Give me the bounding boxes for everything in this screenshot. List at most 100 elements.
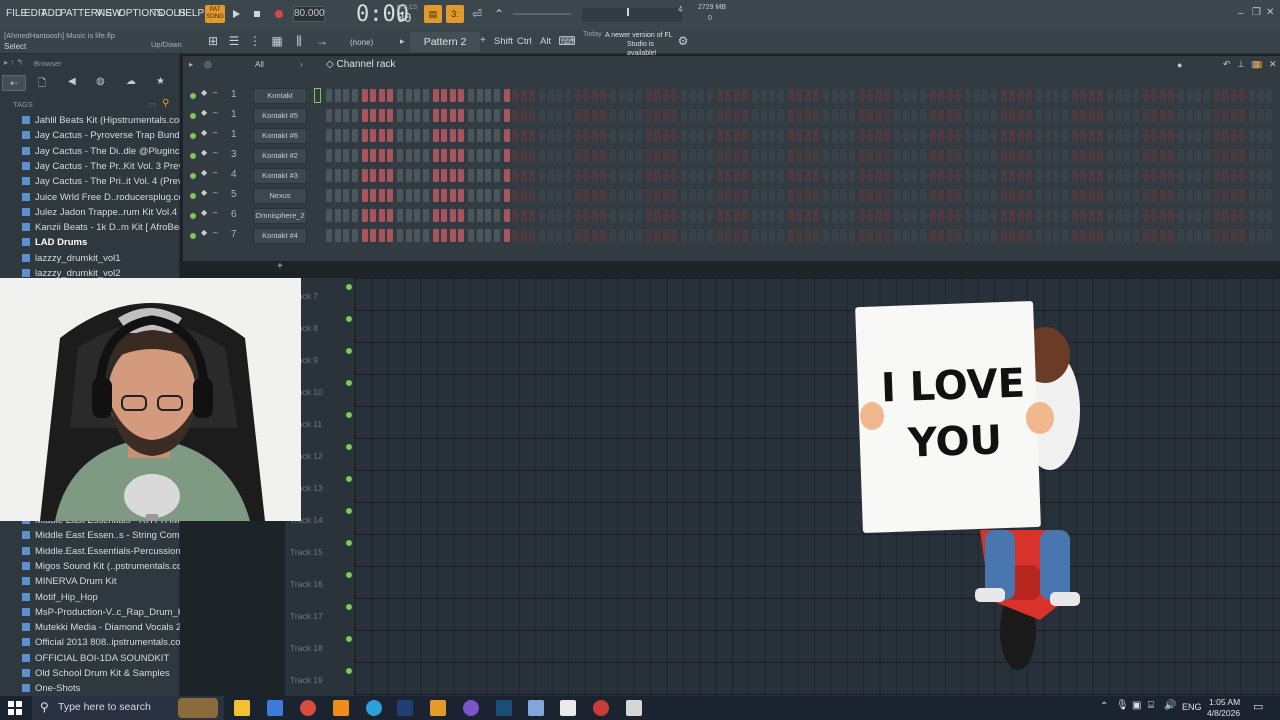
step-button[interactable] (422, 169, 429, 182)
step-button[interactable] (1132, 129, 1139, 142)
add-pattern-icon[interactable]: + (480, 35, 486, 46)
step-button[interactable] (1009, 109, 1015, 122)
step-button[interactable] (990, 189, 997, 202)
step-button[interactable] (1000, 109, 1007, 122)
step-button[interactable] (556, 129, 562, 142)
step-button[interactable] (938, 149, 944, 162)
step-button[interactable] (1230, 129, 1237, 142)
step-button[interactable] (955, 169, 961, 182)
step-button[interactable] (1142, 109, 1149, 122)
step-button[interactable] (787, 209, 794, 222)
step-button[interactable] (1186, 229, 1193, 242)
step-button[interactable] (1026, 169, 1032, 182)
ctrl-key[interactable]: Ctrl (517, 36, 532, 47)
channel-volume-knob-icon[interactable]: – (213, 208, 217, 217)
step-button[interactable] (1168, 229, 1174, 242)
step-button[interactable] (804, 129, 811, 142)
step-button[interactable] (610, 149, 616, 162)
step-button[interactable] (432, 129, 439, 142)
step-button[interactable] (397, 129, 403, 142)
step-button[interactable] (760, 149, 767, 162)
step-button[interactable] (1132, 209, 1139, 222)
step-button[interactable] (645, 169, 652, 182)
step-button[interactable] (938, 109, 944, 122)
step-button[interactable] (894, 109, 900, 122)
step-button[interactable] (742, 209, 748, 222)
channel-mute-led[interactable] (190, 193, 196, 199)
step-button[interactable] (405, 89, 412, 102)
step-button[interactable] (938, 209, 944, 222)
step-button[interactable] (955, 149, 961, 162)
step-button[interactable] (760, 129, 767, 142)
step-button[interactable] (1036, 129, 1042, 142)
step-button[interactable] (1132, 189, 1139, 202)
step-button[interactable] (422, 89, 429, 102)
step-button[interactable] (361, 89, 368, 102)
restore-icon[interactable]: ❐ (1252, 7, 1261, 18)
channel-row[interactable]: ◆ – 5 Nexus (183, 187, 1280, 205)
step-button[interactable] (564, 189, 571, 202)
channel-name-button[interactable]: Kontakt #5 (253, 108, 307, 124)
step-button[interactable] (706, 109, 713, 122)
step-button[interactable] (1000, 229, 1007, 242)
step-button[interactable] (1239, 109, 1245, 122)
step-button[interactable] (706, 169, 713, 182)
channel-mixer-track[interactable]: 1 (231, 109, 237, 120)
step-button[interactable] (1061, 89, 1068, 102)
step-button[interactable] (716, 169, 723, 182)
step-button[interactable] (351, 229, 358, 242)
step-button[interactable] (449, 149, 456, 162)
step-button[interactable] (1124, 149, 1130, 162)
step-button[interactable] (911, 129, 917, 142)
track-enable-led[interactable] (346, 668, 352, 674)
step-button[interactable] (405, 129, 412, 142)
step-button[interactable] (351, 89, 358, 102)
volume-icon[interactable]: 🔊 (1164, 700, 1176, 711)
step-button[interactable] (911, 149, 917, 162)
step-button[interactable] (742, 149, 748, 162)
step-button[interactable] (361, 129, 368, 142)
step-button[interactable] (973, 149, 980, 162)
step-button[interactable] (671, 89, 677, 102)
step-button[interactable] (1178, 129, 1184, 142)
step-button[interactable] (1017, 209, 1024, 222)
add-channel-icon[interactable]: + (277, 261, 283, 272)
step-button[interactable] (635, 109, 642, 122)
arrow-right-icon[interactable]: → (313, 32, 331, 50)
plugin-icon[interactable]: ◍ (96, 76, 105, 87)
step-button[interactable] (351, 189, 358, 202)
step-button[interactable] (432, 169, 439, 182)
step-button[interactable] (547, 209, 554, 222)
step-button[interactable] (929, 109, 936, 122)
step-button[interactable] (1053, 209, 1059, 222)
step-button[interactable] (645, 89, 652, 102)
step-button[interactable] (512, 129, 518, 142)
step-button[interactable] (752, 209, 758, 222)
step-button[interactable] (405, 189, 412, 202)
master-volume-slider[interactable] (513, 13, 571, 15)
step-button[interactable] (1186, 169, 1193, 182)
step-button[interactable] (902, 129, 909, 142)
step-button[interactable] (1080, 129, 1086, 142)
step-button[interactable] (468, 149, 474, 162)
step-button[interactable] (600, 89, 606, 102)
step-button[interactable] (813, 229, 819, 242)
step-button[interactable] (681, 209, 687, 222)
step-button[interactable] (1044, 149, 1051, 162)
channel-row[interactable]: ◆ – 3 Kontakt #2 (183, 147, 1280, 165)
step-button[interactable] (1071, 89, 1078, 102)
step-button[interactable] (1009, 209, 1015, 222)
sliders-icon[interactable]: ⫼ (290, 32, 308, 50)
step-button[interactable] (769, 209, 775, 222)
step-button[interactable] (1107, 149, 1113, 162)
step-button[interactable] (848, 229, 855, 242)
step-button[interactable] (414, 169, 420, 182)
step-button[interactable] (1017, 229, 1024, 242)
step-button[interactable] (654, 189, 660, 202)
channel-name-button[interactable]: Nexus (253, 188, 307, 204)
step-button[interactable] (1168, 109, 1174, 122)
step-button[interactable] (449, 189, 456, 202)
step-button[interactable] (378, 89, 385, 102)
step-button[interactable] (884, 169, 890, 182)
step-button[interactable] (503, 109, 510, 122)
